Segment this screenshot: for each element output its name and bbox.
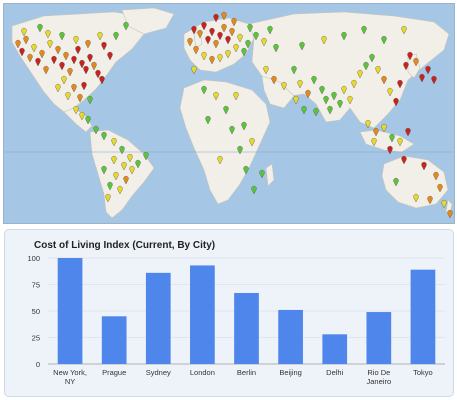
y-axis-ticks: 0 25 50 75 100 (27, 254, 40, 369)
y-tick-label: 25 (32, 334, 40, 343)
x-tick-label: Beijing (279, 368, 302, 377)
y-tick-label: 50 (32, 307, 40, 316)
x-tick-label: Rio De Janeiro (367, 368, 392, 386)
y-tick-label: 100 (27, 254, 40, 263)
x-axis-labels: New York, NY Prague Sydney London Berlin Beiji… (53, 368, 433, 386)
bar-2 (145, 272, 171, 364)
bar-0 (57, 258, 83, 364)
x-tick-label: Delhi (326, 368, 343, 377)
x-tick-label: Sydney (146, 368, 171, 377)
x-tick-label: New York, NY (53, 368, 87, 386)
bar-6 (322, 334, 348, 364)
x-tick-label: London (190, 368, 215, 377)
chart-title: Cost of Living Index (Current, By City) (34, 240, 215, 251)
bar-3 (190, 265, 215, 364)
bar-7 (366, 312, 392, 364)
world-map[interactable] (3, 3, 455, 224)
x-tick-label: Tokyo (413, 368, 433, 377)
bar-5 (278, 309, 303, 364)
bar-8 (410, 269, 436, 364)
y-tick-label: 75 (32, 281, 40, 290)
bar-4 (234, 292, 259, 364)
bar-1 (101, 316, 127, 364)
y-tick-label: 0 (36, 360, 40, 369)
x-tick-label: Berlin (237, 368, 256, 377)
cost-of-living-chart: Cost of Living Index (Current, By City) … (4, 229, 454, 397)
x-tick-label: Prague (102, 368, 126, 377)
